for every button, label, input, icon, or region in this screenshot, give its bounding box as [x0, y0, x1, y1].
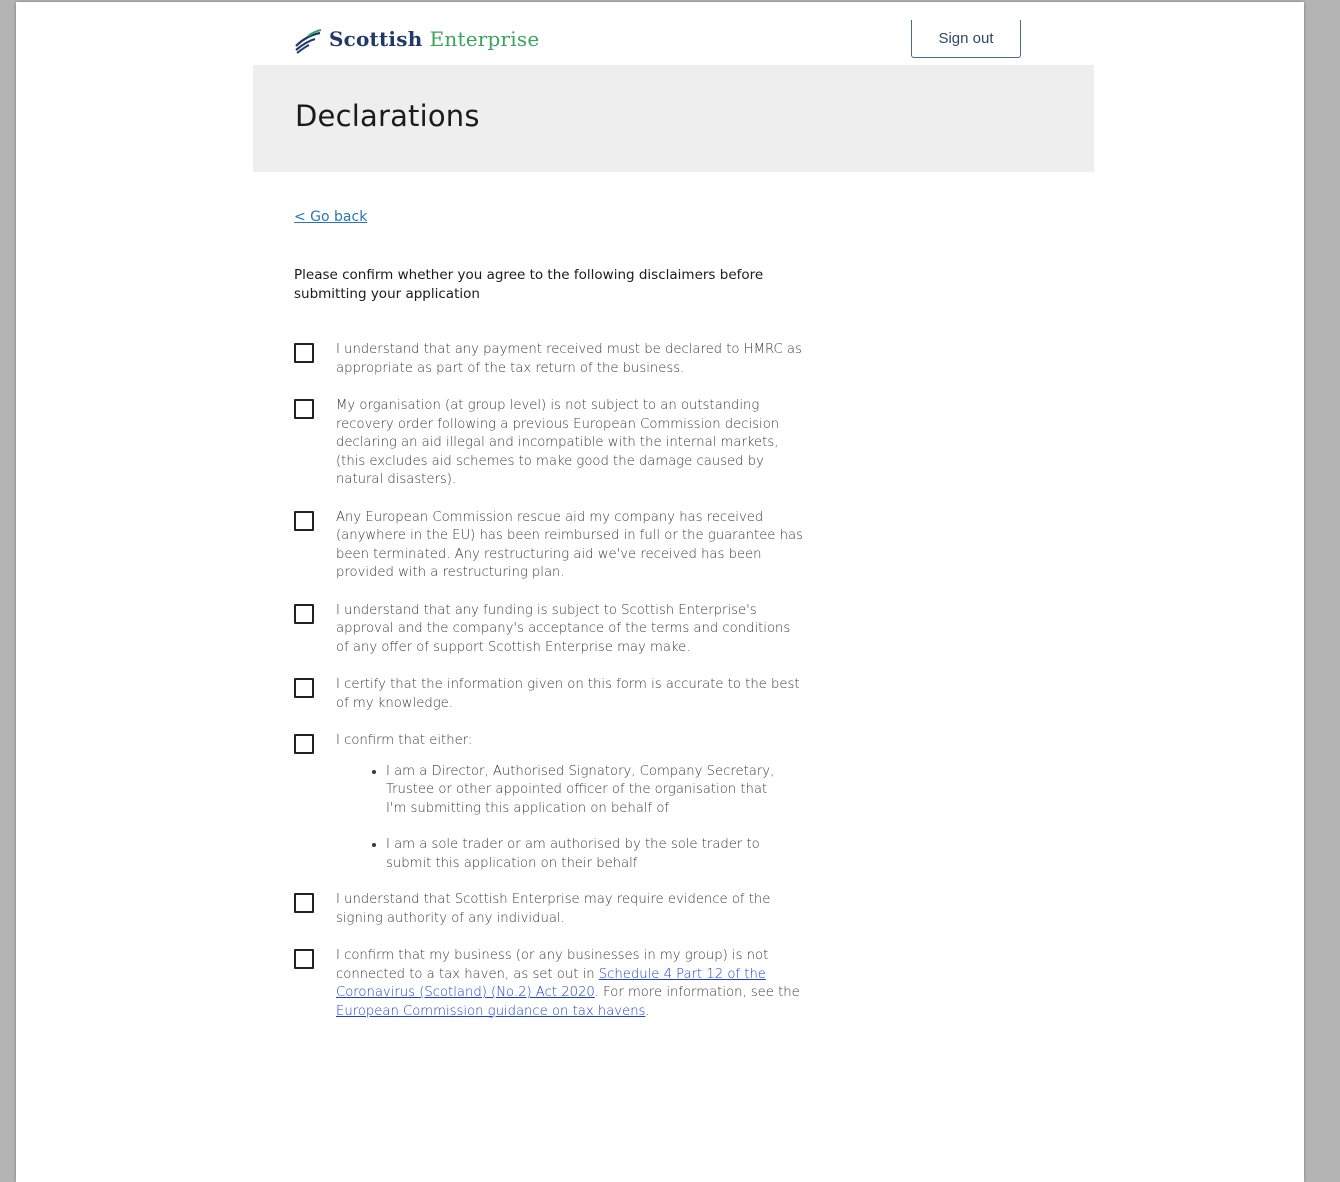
declaration-accuracy: I certify that the information given on … [294, 676, 814, 713]
page-title: Declarations [295, 99, 480, 133]
declaration-funding-approval: I understand that any funding is subject… [294, 602, 814, 658]
logo-swoosh-icon [295, 29, 322, 54]
declaration-checkbox[interactable] [294, 399, 314, 419]
declaration-checkbox[interactable] [294, 510, 314, 531]
declaration-rescue-aid: Any European Commission rescue aid my co… [294, 509, 814, 583]
logo-word-enterprise: Enterprise [429, 27, 540, 51]
declaration-checkbox[interactable] [294, 734, 314, 754]
page: Scottish Enterprise Sign out Declaration… [16, 2, 1304, 1182]
authority-options-list: I am a Director, Authorised Signatory, C… [336, 763, 814, 874]
declarations-intro: Please confirm whether you agree to the … [294, 267, 764, 302]
list-item: I am a Director, Authorised Signatory, C… [386, 763, 786, 819]
declaration-checkbox[interactable] [294, 949, 314, 969]
declaration-text: I understand that any funding is subject… [336, 602, 791, 655]
declaration-signing-authority: I understand that Scottish Enterprise ma… [294, 891, 814, 928]
declaration-text: My organisation (at group level) is not … [336, 398, 780, 487]
declaration-tax-haven: I confirm that my business (or any busin… [294, 947, 814, 1021]
declaration-text: I confirm that my business (or any busin… [336, 947, 804, 1021]
logo-word-scottish: Scottish [329, 27, 423, 51]
declaration-text: Any European Commission rescue aid my co… [336, 509, 803, 581]
declaration-text: I understand that any payment received m… [336, 342, 802, 376]
ec-tax-haven-guidance-link[interactable]: European Commission guidance on tax have… [336, 1004, 645, 1019]
declaration-checkbox[interactable] [294, 893, 314, 913]
declaration-recovery-order: My organisation (at group level) is not … [294, 397, 814, 490]
declarations-list: I understand that any payment received m… [294, 341, 814, 1021]
tax-haven-text-part2: . For more information, see the [594, 985, 800, 1000]
declaration-hmrc: I understand that any payment received m… [294, 341, 814, 378]
declaration-checkbox[interactable] [294, 603, 314, 624]
scottish-enterprise-logo[interactable]: Scottish Enterprise [293, 24, 539, 54]
sign-out-button[interactable]: Sign out [911, 20, 1021, 58]
tax-haven-text-part3: . [645, 1003, 650, 1019]
go-back-link[interactable]: < Go back [294, 209, 367, 225]
declaration-authority: I confirm that either: I am a Director, … [294, 732, 814, 873]
declaration-checkbox[interactable] [294, 678, 314, 698]
logo-text: Scottish Enterprise [329, 29, 539, 49]
declaration-text: I confirm that either: [336, 733, 473, 748]
declaration-checkbox[interactable] [294, 343, 314, 363]
declaration-text: I understand that Scottish Enterprise ma… [336, 892, 771, 926]
site-header: Scottish Enterprise Sign out [253, 2, 1094, 64]
declaration-text: I certify that the information given on … [336, 677, 800, 711]
page-banner: Declarations [253, 65, 1094, 172]
list-item: I am a sole trader or am authorised by t… [386, 836, 786, 873]
